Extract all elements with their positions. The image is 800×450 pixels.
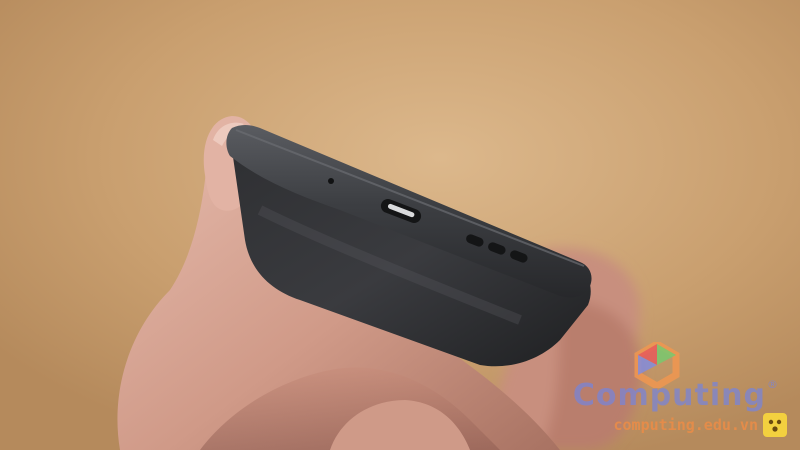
badge-icon — [763, 413, 787, 437]
microphone-hole — [328, 178, 334, 184]
watermark: Computing ® computing.edu.vn — [538, 342, 788, 442]
photo-scene: Computing ® computing.edu.vn — [0, 0, 800, 450]
registered-mark: ® — [767, 378, 778, 391]
watermark-brand: Computing — [572, 378, 766, 413]
watermark-url: computing.edu.vn — [613, 416, 759, 434]
